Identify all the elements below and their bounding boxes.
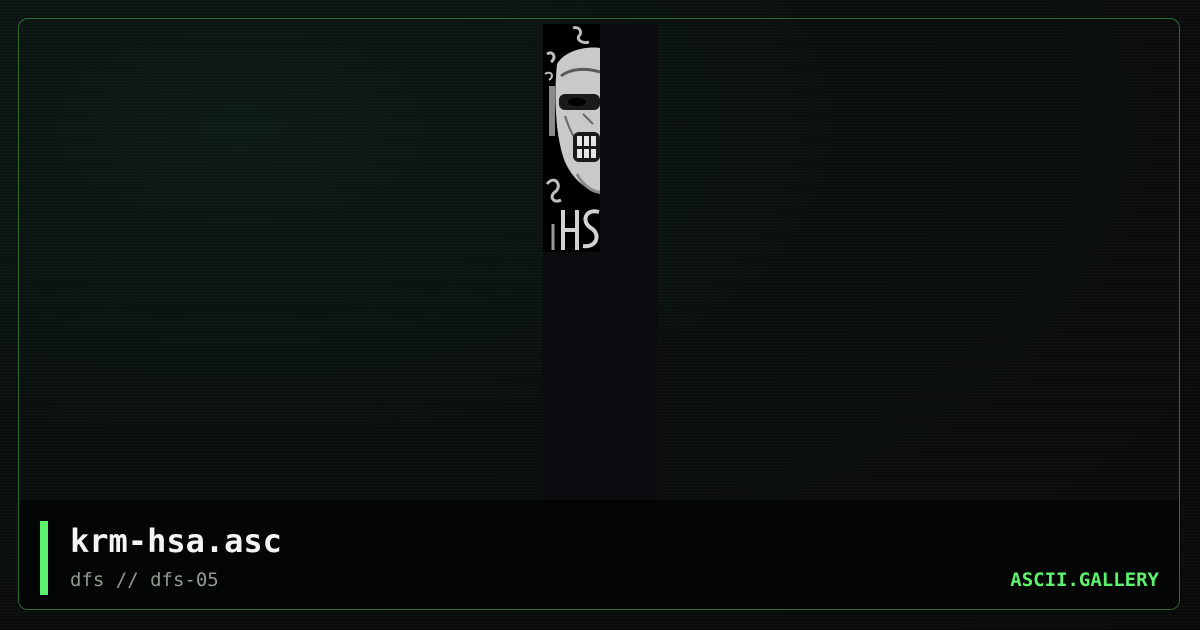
accent-bar (40, 521, 48, 595)
artwork-group-breadcrumb: dfs // dfs-05 (70, 569, 219, 591)
preview-card: krm-hsa.asc dfs // dfs-05 ASCII.GALLERY (0, 0, 1200, 630)
artwork-filename: krm-hsa.asc (70, 522, 282, 560)
ascii-art-thumbnail[interactable] (543, 24, 600, 252)
site-brand-link[interactable]: ASCII.GALLERY (1010, 568, 1159, 592)
ascii-face-icon (543, 24, 600, 252)
info-bar: krm-hsa.asc dfs // dfs-05 ASCII.GALLERY (19, 500, 1179, 609)
